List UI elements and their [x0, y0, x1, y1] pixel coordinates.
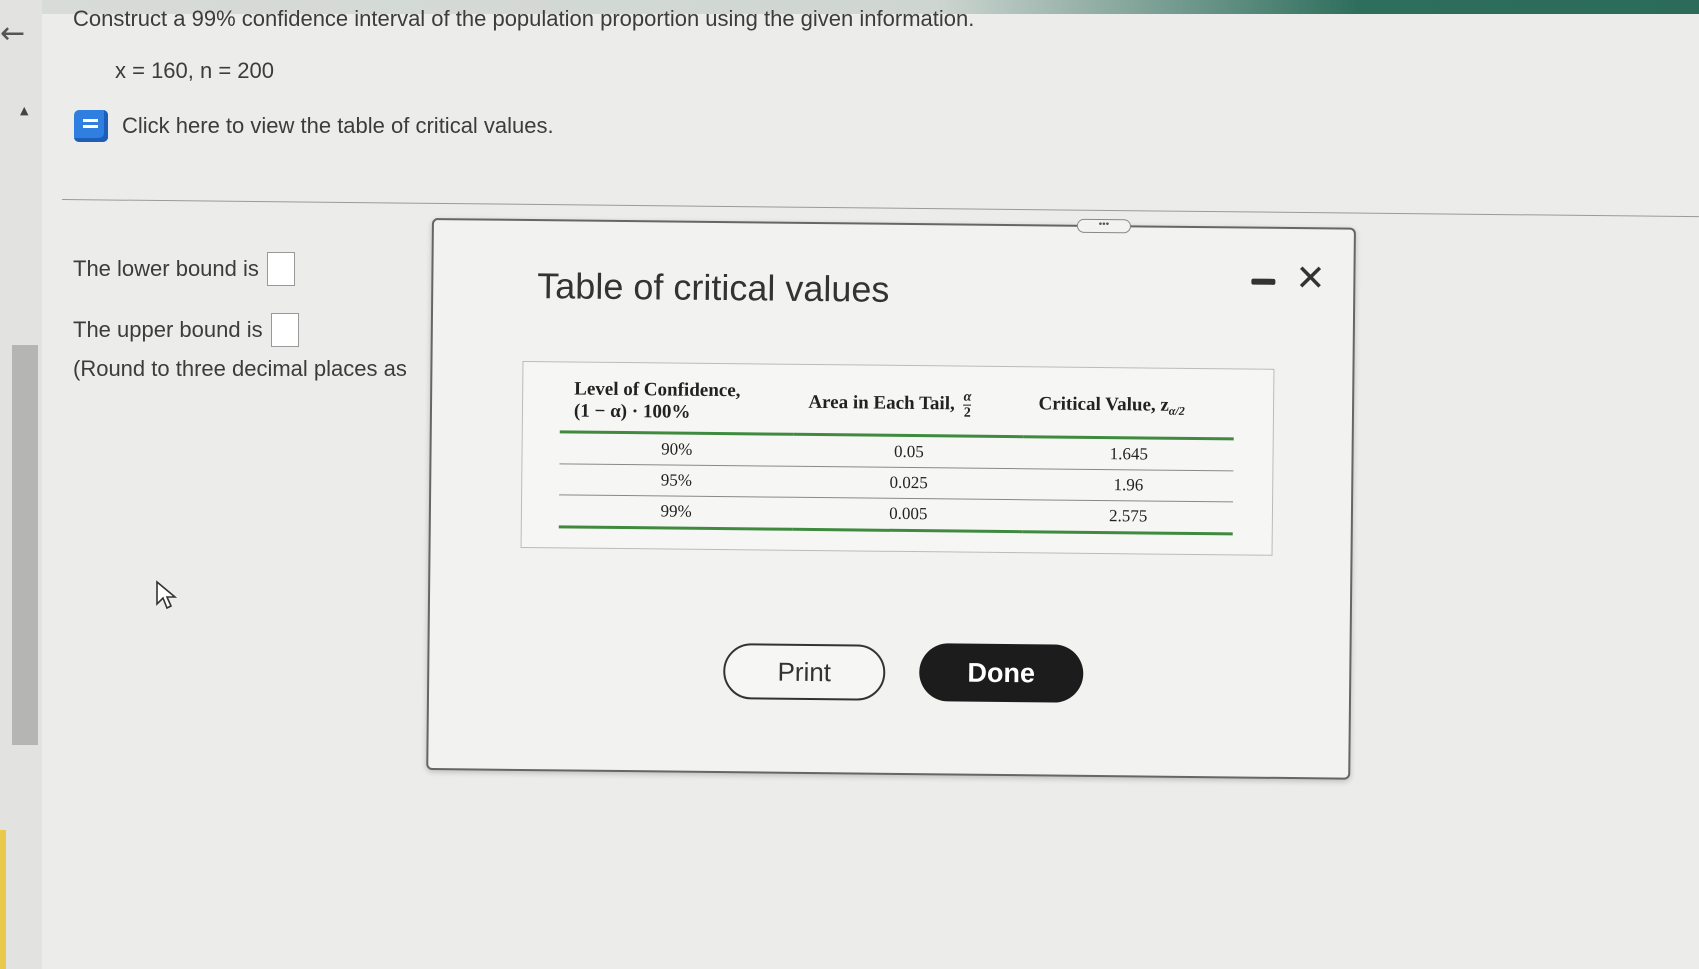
- cell-confidence: 99%: [558, 494, 794, 530]
- critical-values-dialog: ••• Table of critical values ✕ Level of …: [426, 218, 1356, 780]
- minimize-icon[interactable]: [1251, 278, 1276, 285]
- book-icon: [74, 110, 108, 142]
- cell-area: 0.025: [793, 466, 1024, 500]
- header-critical-text: Critical Value, z: [1038, 393, 1170, 416]
- print-button[interactable]: Print: [722, 643, 886, 701]
- critical-values-table-frame: Level of Confidence, (1 − α) · 100% Area…: [520, 360, 1275, 556]
- header-confidence-line2: (1 − α) · 100%: [573, 400, 691, 423]
- scroll-up-icon[interactable]: ▲: [20, 104, 28, 117]
- cell-critical: 1.96: [1023, 468, 1234, 502]
- upper-bound-label: The upper bound is: [73, 317, 263, 342]
- question-text: Construct a 99% confidence interval of t…: [73, 6, 975, 31]
- cell-area: 0.005: [793, 497, 1024, 532]
- lower-bound-input[interactable]: [266, 252, 295, 286]
- upper-bound-input[interactable]: [270, 313, 299, 347]
- header-area: Area in Each Tail, α 2: [794, 370, 1025, 437]
- frac-numerator: α: [963, 389, 972, 406]
- table-header-row: Level of Confidence, (1 − α) · 100% Area…: [559, 368, 1235, 439]
- upper-bound-row: The upper bound is: [73, 313, 299, 347]
- alpha-over-two: α 2: [963, 389, 972, 421]
- back-arrow-icon[interactable]: ←: [0, 14, 26, 54]
- done-button[interactable]: Done: [918, 643, 1084, 703]
- frac-denominator: 2: [963, 405, 971, 421]
- header-area-text: Area in Each Tail,: [808, 391, 955, 414]
- rounding-instruction: (Round to three decimal places as: [73, 356, 407, 381]
- header-critical-sub: α/2: [1168, 403, 1185, 418]
- header-confidence-line1: Level of Confidence,: [574, 378, 741, 402]
- close-icon[interactable]: ✕: [1295, 258, 1326, 299]
- lower-bound-label: The lower bound is: [73, 256, 259, 281]
- mouse-pointer-icon: [156, 580, 177, 610]
- scrollbar[interactable]: [12, 345, 38, 745]
- table-row: 99% 0.005 2.575: [558, 494, 1234, 534]
- given-values: x = 160, n = 200: [115, 58, 275, 83]
- cell-critical: 1.645: [1023, 436, 1234, 471]
- cell-critical: 2.575: [1023, 499, 1234, 534]
- header-critical: Critical Value, zα/2: [1024, 373, 1235, 439]
- cell-confidence: 95%: [559, 463, 794, 498]
- header-confidence: Level of Confidence, (1 − α) · 100%: [559, 368, 795, 435]
- cell-confidence: 90%: [559, 431, 795, 467]
- view-table-link-text[interactable]: Click here to view the table of critical…: [122, 113, 554, 139]
- view-table-link[interactable]: Click here to view the table of critical…: [74, 110, 554, 142]
- critical-values-table: Level of Confidence, (1 − α) · 100% Area…: [558, 368, 1235, 535]
- side-indicator: [0, 830, 6, 969]
- drag-handle[interactable]: •••: [1076, 218, 1132, 234]
- cell-area: 0.05: [793, 434, 1025, 469]
- divider: [61, 199, 1699, 218]
- dialog-title: Table of critical values: [537, 265, 890, 310]
- lower-bound-row: The lower bound is: [73, 252, 295, 286]
